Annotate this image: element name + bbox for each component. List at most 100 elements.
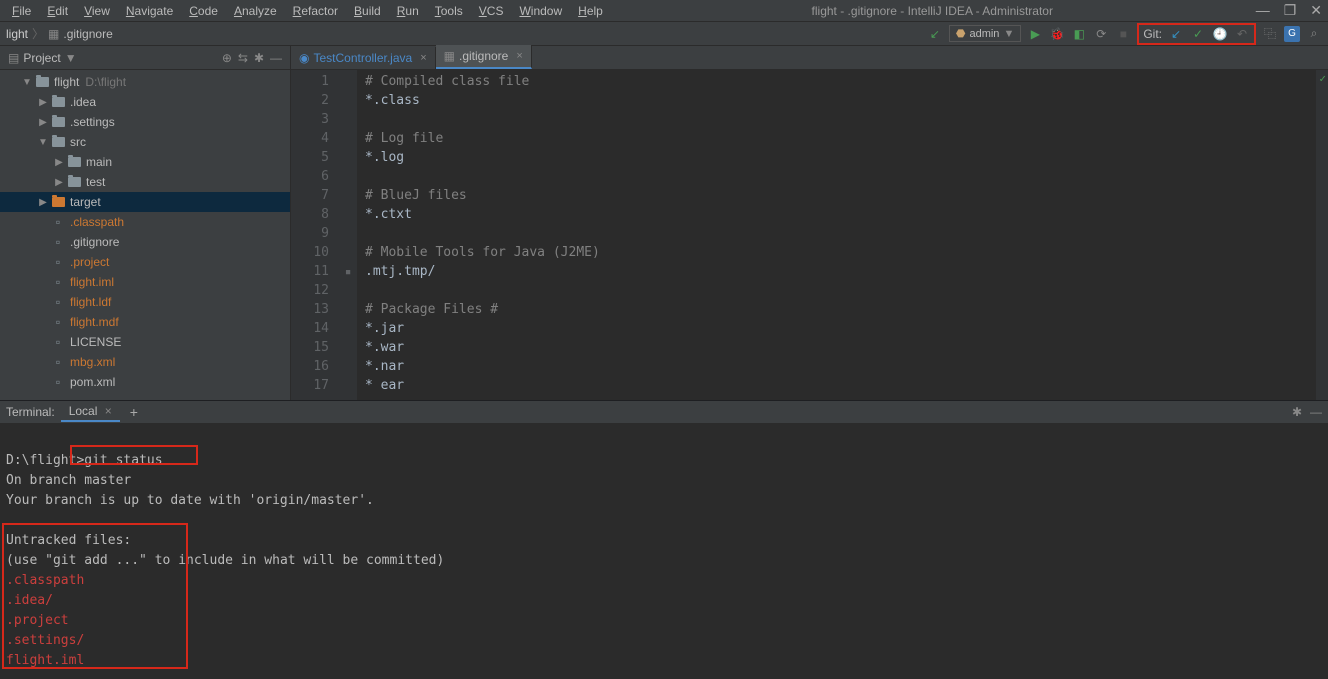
folder-icon <box>50 115 66 129</box>
coverage-icon[interactable]: ◧ <box>1071 26 1087 42</box>
menu-run[interactable]: Run <box>391 2 425 20</box>
folder-icon <box>34 75 50 89</box>
terminal-panel: Terminal: Local × + ✱ — D:\flight>git st… <box>0 400 1328 679</box>
menu-file[interactable]: File <box>6 2 37 20</box>
editor-body[interactable]: 1234567891011121314151617 ▪ # Compiled c… <box>291 70 1328 400</box>
tree-item-flightiml[interactable]: ▫flight.iml <box>0 272 290 292</box>
tree-label: flight.iml <box>70 275 114 289</box>
debug-icon[interactable]: 🐞 <box>1049 26 1065 42</box>
menu-window[interactable]: Window <box>513 2 568 20</box>
tree-item-gitignore[interactable]: ▫.gitignore <box>0 232 290 252</box>
folder-icon <box>50 195 66 209</box>
git-history-icon[interactable]: 🕘 <box>1212 26 1228 42</box>
tree-item-idea[interactable]: ▶.idea <box>0 92 290 112</box>
editor-code[interactable]: # Compiled class file *.class # Log file… <box>357 70 1316 400</box>
tree-item-license[interactable]: ▫LICENSE <box>0 332 290 352</box>
tree-label: flight.ldf <box>70 295 111 309</box>
close-icon[interactable]: × <box>516 50 522 62</box>
tree-item-flightmdf[interactable]: ▫ flight.mdf <box>0 312 290 332</box>
tree-label: .classpath <box>70 215 124 229</box>
tree-item-project[interactable]: ▫ .project <box>0 252 290 272</box>
menu-build[interactable]: Build <box>348 2 387 20</box>
tree-item-pomxml[interactable]: ▫pom.xml <box>0 372 290 392</box>
project-tree[interactable]: ▼flightD:\flight▶.idea▶.settings▼src▶mai… <box>0 70 290 400</box>
run-config-label: admin <box>969 28 999 40</box>
terminal-tab-label: Local <box>69 404 98 418</box>
menu-refactor[interactable]: Refactor <box>287 2 344 20</box>
expand-icon[interactable]: ⇆ <box>238 51 248 65</box>
tree-label: main <box>86 155 112 169</box>
terminal-tab-local[interactable]: Local × <box>61 402 120 422</box>
terminal-line: .idea/ <box>6 591 1322 611</box>
menu-view[interactable]: View <box>78 2 116 20</box>
close-icon[interactable]: × <box>420 52 426 64</box>
tree-item-flight[interactable]: ▼flightD:\flight <box>0 72 290 92</box>
ide-tool-icon[interactable]: ⿻ <box>1262 26 1278 42</box>
tree-item-test[interactable]: ▶test <box>0 172 290 192</box>
tree-item-main[interactable]: ▶main <box>0 152 290 172</box>
minimize-icon[interactable]: — <box>1310 405 1322 419</box>
menu-vcs[interactable]: VCS <box>473 2 510 20</box>
tree-item-mbgxml[interactable]: ▫mbg.xml <box>0 352 290 372</box>
run-config-dropdown[interactable]: ⬣ admin ▼ <box>949 25 1021 42</box>
run-icon[interactable]: ▶ <box>1027 26 1043 42</box>
breadcrumb-file[interactable]: .gitignore <box>63 27 112 41</box>
gear-icon[interactable]: ✱ <box>1292 405 1302 419</box>
file-icon: ◉ <box>299 51 309 65</box>
tree-label: flight.mdf <box>70 315 119 329</box>
terminal-line <box>6 511 1322 531</box>
breadcrumb[interactable]: light 〉 ▦ .gitignore <box>6 25 113 42</box>
tree-label: flight <box>54 75 79 89</box>
close-button[interactable]: ✕ <box>1310 2 1322 19</box>
tree-label: .settings <box>70 115 115 129</box>
tree-item-classpath[interactable]: ▫ .classpath <box>0 212 290 232</box>
menu-edit[interactable]: Edit <box>41 2 74 20</box>
build-icon[interactable]: ↙ <box>927 26 943 42</box>
file-icon: ▫ <box>50 255 66 269</box>
maximize-button[interactable]: ❐ <box>1284 2 1297 19</box>
target-icon[interactable]: ⊕ <box>222 51 232 65</box>
terminal-add-tab[interactable]: + <box>130 404 138 420</box>
minimize-button[interactable]: — <box>1256 2 1270 19</box>
search-icon[interactable]: ⌕ <box>1306 26 1322 42</box>
tab-testcontrollerjava[interactable]: ◉TestController.java× <box>291 47 436 69</box>
terminal-line: Your branch is up to date with 'origin/m… <box>6 491 1322 511</box>
file-icon: ▫ <box>50 315 66 329</box>
profile-icon[interactable]: ⟳ <box>1093 26 1109 42</box>
gear-icon[interactable]: ✱ <box>254 51 264 65</box>
highlight-command <box>70 445 198 465</box>
git-commit-icon[interactable]: ✓ <box>1190 26 1206 42</box>
menu-tools[interactable]: Tools <box>429 2 469 20</box>
tab-label: .gitignore <box>459 49 508 63</box>
main-area: ▤ Project ▼ ⊕ ⇆ ✱ — ▼flightD:\flight▶.id… <box>0 46 1328 400</box>
terminal-line: .project <box>6 611 1322 631</box>
tree-label: .project <box>70 255 109 269</box>
tree-label: .idea <box>70 95 96 109</box>
collapse-icon[interactable]: — <box>270 51 282 65</box>
tree-item-settings[interactable]: ▶.settings <box>0 112 290 132</box>
file-icon: ▫ <box>50 215 66 229</box>
translate-icon[interactable]: G <box>1284 26 1300 42</box>
gitignore-icon: ▦ <box>48 27 59 41</box>
terminal-body[interactable]: D:\flight>git statusOn branch masterYour… <box>0 423 1328 679</box>
git-revert-icon[interactable]: ↶ <box>1234 26 1250 42</box>
project-title: Project <box>23 51 60 65</box>
terminal-line: .classpath <box>6 571 1322 591</box>
menu-code[interactable]: Code <box>183 2 224 20</box>
project-panel: ▤ Project ▼ ⊕ ⇆ ✱ — ▼flightD:\flight▶.id… <box>0 46 291 400</box>
git-pull-icon[interactable]: ↙ <box>1168 26 1184 42</box>
tree-item-target[interactable]: ▶target <box>0 192 290 212</box>
menubar: FileEditViewNavigateCodeAnalyzeRefactorB… <box>6 2 609 20</box>
menu-navigate[interactable]: Navigate <box>120 2 179 20</box>
menu-help[interactable]: Help <box>572 2 609 20</box>
editor-scrollbar[interactable] <box>1316 70 1328 400</box>
tab-gitignore[interactable]: ▦.gitignore× <box>436 45 532 69</box>
tree-label: mbg.xml <box>70 355 115 369</box>
tree-item-src[interactable]: ▼src <box>0 132 290 152</box>
tree-item-flightldf[interactable]: ▫flight.ldf <box>0 292 290 312</box>
terminal-line: On branch master <box>6 471 1322 491</box>
menu-analyze[interactable]: Analyze <box>228 2 283 20</box>
breadcrumb-project[interactable]: light <box>6 27 28 41</box>
folder-icon <box>66 155 82 169</box>
stop-icon[interactable]: ■ <box>1115 26 1131 42</box>
